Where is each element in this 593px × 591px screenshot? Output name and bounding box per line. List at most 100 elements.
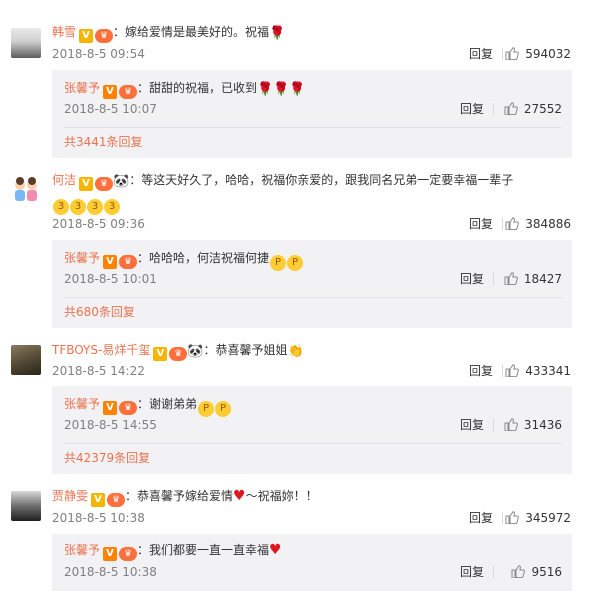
heart-emoji-icon: ♥ [269, 542, 282, 558]
thumbs-up-icon [505, 364, 520, 377]
timestamp: 2018-8-5 10:01 [64, 272, 157, 286]
like-button[interactable]: 18427 [504, 270, 562, 288]
user-name[interactable]: 张馨予 [64, 81, 100, 95]
reply-button[interactable]: 回复 [469, 362, 493, 380]
clap-emoji-icon: 👏 [287, 344, 304, 359]
vip-badge-icon: ♛ [95, 177, 114, 191]
reply-button[interactable]: 回复 [469, 509, 493, 527]
reply-body: 张馨予 V ♛ ：我们都要一直一直幸福♥ [64, 540, 562, 561]
thumbs-up-icon [505, 511, 520, 524]
verified-badge-icon: V [103, 547, 118, 561]
divider [64, 443, 562, 444]
like-count: 384886 [525, 217, 571, 231]
divider [493, 419, 494, 431]
reply-button[interactable]: 回复 [460, 270, 484, 288]
comment-body: TFBOYS-易烊千玺 V ♛ 🐼：恭喜馨予姐姐👏 [52, 340, 579, 362]
vip-badge-icon: ♛ [119, 401, 138, 415]
reply-meta: 2018-8-5 10:01 回复 18427 [64, 270, 562, 288]
reply-button[interactable]: 回复 [469, 215, 493, 233]
like-button[interactable]: 384886 [505, 215, 571, 233]
rose-emoji-icon: 🌹 [269, 26, 286, 41]
like-count: 27552 [523, 102, 562, 116]
comment-body: 何洁 V ♛ 🐼：等这天好久了，哈哈，祝福你亲爱的，跟我同名兄弟一定要幸福一辈子 [52, 170, 579, 192]
timestamp: 2018-8-5 10:38 [52, 511, 145, 525]
like-count: 594032 [525, 47, 571, 61]
comment-text: ：嫁给爱情是最美好的。祝福 [113, 25, 270, 39]
rose-emoji-icon: 🌹 [257, 82, 274, 97]
verified-badge-icon: V [103, 85, 118, 99]
tongue-emoji-icon: P [287, 255, 304, 271]
tongue-emoji-icon: P [198, 401, 215, 417]
comment-item: 贾静雯 V ♛ ：恭喜馨予嫁给爱情♥～祝福妳！！ 2018-8-5 10:38 回复 … [0, 486, 593, 591]
vip-badge-icon: ♛ [95, 29, 114, 43]
user-name[interactable]: TFBOYS-易烊千玺 [52, 343, 150, 357]
cartoon-avatar-icon [15, 177, 37, 201]
comment-body: 韩雪 V ♛ ：嫁给爱情是最美好的。祝福🌹 [52, 22, 579, 44]
user-name[interactable]: 张馨予 [64, 543, 100, 557]
like-button[interactable]: 594032 [505, 45, 571, 63]
panda-emoji-icon: 🐼 [187, 344, 204, 359]
vip-badge-icon: ♛ [107, 493, 126, 507]
comment-body-cont: 3333 [52, 192, 579, 215]
vip-badge-icon: ♛ [169, 347, 188, 361]
divider [493, 566, 494, 578]
like-button[interactable]: 9516 [511, 563, 562, 581]
thumbs-up-icon [504, 102, 518, 115]
tongue-emoji-icon: P [215, 401, 232, 417]
reply-body: 张馨予 V ♛ ：哈哈哈，何洁祝福何捷 P P [64, 248, 562, 271]
verified-badge-icon: V [153, 347, 168, 361]
avatar[interactable] [11, 345, 41, 375]
reply-meta: 2018-8-5 14:55 回复 31436 [64, 416, 562, 434]
comment-item: 何洁 V ♛ 🐼：等这天好久了，哈哈，祝福你亲爱的，跟我同名兄弟一定要幸福一辈子 33… [0, 168, 593, 338]
verified-badge-icon: V [91, 493, 106, 507]
reply-box: 张馨予 V ♛ ：甜甜的祝福，已收到🌹🌹🌹 2018-8-5 10:07 回复 275… [52, 70, 572, 158]
user-name[interactable]: 何洁 [52, 173, 76, 187]
comment-item: TFBOYS-易烊千玺 V ♛ 🐼：恭喜馨予姐姐👏 2018-8-5 14:22 回复… [0, 338, 593, 486]
like-button[interactable]: 345972 [505, 509, 571, 527]
more-replies-link[interactable]: 共680条回复 [64, 302, 135, 322]
like-button[interactable]: 27552 [504, 100, 562, 118]
thumbs-up-icon [511, 565, 526, 578]
verified-badge-icon: V [103, 401, 118, 415]
reply-box: 张馨予 V ♛ ：哈哈哈，何洁祝福何捷 P P 2018-8-5 10:01 回复 184… [52, 240, 572, 328]
timestamp: 2018-8-5 10:07 [64, 102, 157, 116]
divider [502, 365, 503, 377]
tongue-emoji-icon: P [270, 255, 287, 271]
comment-meta: 2018-8-5 10:38 回复 345972 [52, 509, 571, 527]
thumbs-up-icon [505, 217, 520, 230]
like-count: 345972 [525, 511, 571, 525]
more-replies-link[interactable]: 共3441条回复 [64, 132, 143, 152]
timestamp: 2018-8-5 14:55 [64, 418, 157, 432]
reply-button[interactable]: 回复 [460, 100, 484, 118]
reply-box: 张馨予 V ♛ ：谢谢弟弟 P P 2018-8-5 14:55 回复 31436 共42… [52, 386, 572, 474]
divider [502, 48, 503, 60]
like-button[interactable]: 31436 [504, 416, 562, 434]
avatar[interactable] [11, 491, 41, 521]
user-name[interactable]: 张馨予 [64, 251, 100, 265]
user-name[interactable]: 贾静雯 [52, 489, 88, 503]
avatar[interactable] [11, 175, 41, 205]
reply-button[interactable]: 回复 [460, 563, 484, 581]
like-count: 9516 [531, 565, 562, 579]
timestamp: 2018-8-5 10:38 [64, 565, 157, 579]
reply-text: ：哈哈哈，何洁祝福何捷 [137, 251, 270, 265]
comment-meta: 2018-8-5 09:54 回复 594032 [52, 45, 571, 63]
reply-text: ：谢谢弟弟 [137, 397, 198, 411]
avatar[interactable] [11, 28, 41, 58]
vip-badge-icon: ♛ [119, 85, 138, 99]
like-button[interactable]: 433341 [505, 362, 571, 380]
reply-meta: 2018-8-5 10:07 回复 27552 [64, 100, 562, 118]
divider [502, 218, 503, 230]
more-replies-link[interactable]: 共42379条回复 [64, 448, 150, 468]
thumbs-up-icon [504, 272, 518, 285]
verified-badge-icon: V [103, 255, 118, 269]
reply-button[interactable]: 回复 [469, 45, 493, 63]
reply-button[interactable]: 回复 [460, 416, 484, 434]
heart-emoji-icon: ♥ [233, 488, 246, 504]
user-name[interactable]: 张馨予 [64, 397, 100, 411]
reply-body: 张馨予 V ♛ ：谢谢弟弟 P P [64, 394, 562, 417]
divider [493, 103, 494, 115]
user-name[interactable]: 韩雪 [52, 25, 76, 39]
kiss-emoji-icon: 3 [104, 199, 120, 215]
timestamp: 2018-8-5 09:54 [52, 47, 145, 61]
